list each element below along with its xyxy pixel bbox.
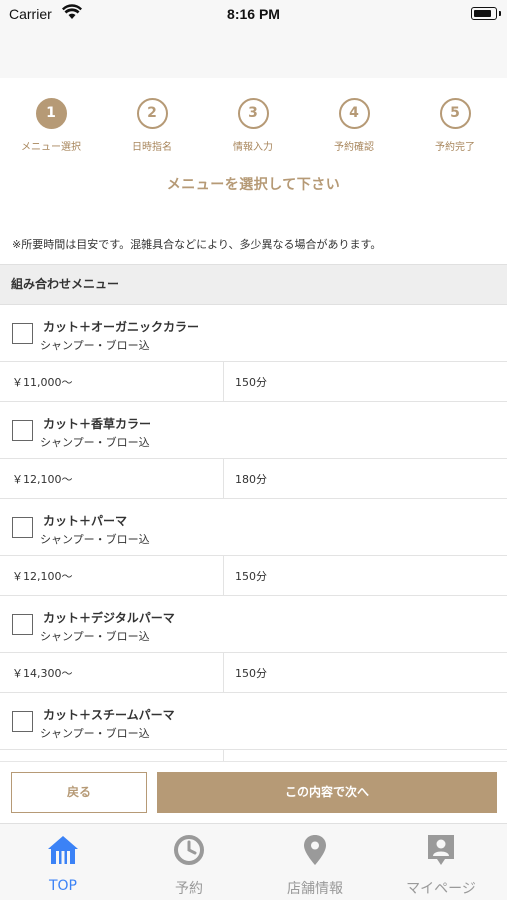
tab-store-info[interactable]: 店舗情報 <box>252 824 378 900</box>
column-divider <box>223 750 224 761</box>
battery-tip <box>499 11 501 16</box>
menu-item[interactable]: カット＋スチームパーマ シャンプー・ブロー込 <box>0 693 507 750</box>
menu-item-price: ￥12,100〜 <box>12 473 73 486</box>
step-number: 5 <box>439 98 471 129</box>
tab-label: TOP <box>48 878 77 894</box>
column-divider <box>223 362 224 402</box>
menu-checkbox[interactable] <box>12 614 33 635</box>
menu-item-duration: 180分 <box>235 473 267 486</box>
tab-label: 店舗情報 <box>287 881 343 897</box>
column-divider <box>223 556 224 596</box>
menu-checkbox[interactable] <box>12 420 33 441</box>
menu-item-price: ￥12,100〜 <box>12 570 73 583</box>
step-number: 3 <box>237 98 269 129</box>
menu-item-name: カット＋デジタルパーマ <box>43 611 175 625</box>
location-pin-icon <box>304 835 326 865</box>
price-row: ￥11,000〜 150分 <box>0 362 507 402</box>
step-4: 4 予約確認 <box>304 98 404 153</box>
menu-list[interactable]: 組み合わせメニュー カット＋オーガニックカラー シャンプー・ブロー込 ￥11,0… <box>0 264 507 761</box>
next-button[interactable]: この内容で次へ <box>157 772 497 813</box>
menu-item-price: ￥11,000〜 <box>12 376 73 389</box>
menu-item-description: シャンプー・ブロー込 <box>40 436 150 449</box>
menu-item[interactable]: カット＋デジタルパーマ シャンプー・ブロー込 <box>0 596 507 653</box>
menu-item-duration: 150分 <box>235 376 267 389</box>
column-divider <box>223 653 224 693</box>
menu-item[interactable]: カット＋オーガニックカラー シャンプー・ブロー込 <box>0 305 507 362</box>
home-icon <box>48 836 78 864</box>
step-label: 情報入力 <box>233 142 273 153</box>
menu-item-description: シャンプー・ブロー込 <box>40 630 150 643</box>
tab-bar: TOP 予約 店舗情報 マイページ <box>0 823 507 900</box>
clock-icon <box>174 835 204 865</box>
price-row: ￥12,100〜 180分 <box>0 459 507 499</box>
status-bar: Carrier 8:16 PM <box>0 0 507 28</box>
step-1: 1 メニュー選択 <box>1 98 101 153</box>
price-row <box>0 750 507 761</box>
menu-item-description: シャンプー・ブロー込 <box>40 339 150 352</box>
menu-item-name: カット＋香草カラー <box>43 417 152 431</box>
menu-checkbox[interactable] <box>12 323 33 344</box>
clock: 8:16 PM <box>227 6 280 22</box>
menu-checkbox[interactable] <box>12 517 33 538</box>
step-label: メニュー選択 <box>21 142 81 153</box>
menu-item-name: カット＋パーマ <box>43 514 128 528</box>
menu-item-duration: 150分 <box>235 570 267 583</box>
tab-top[interactable]: TOP <box>0 824 126 900</box>
navigation-bar <box>0 28 507 78</box>
step-number: 1 <box>35 98 67 129</box>
action-bar: 戻る この内容で次へ <box>0 761 507 823</box>
step-5: 5 予約完了 <box>405 98 505 153</box>
page-heading: メニューを選択して下さい <box>166 177 341 193</box>
duration-notice: ※所要時間は目安です。混雑具合などにより、多少異なる場合があります。 <box>12 238 382 251</box>
price-row: ￥14,300〜 150分 <box>0 653 507 693</box>
tab-label: マイページ <box>406 881 476 897</box>
menu-item-name: カット＋オーガニックカラー <box>43 320 200 334</box>
menu-item-price: ￥14,300〜 <box>12 667 73 680</box>
column-divider <box>223 459 224 499</box>
menu-checkbox[interactable] <box>12 711 33 732</box>
step-number: 2 <box>136 98 168 129</box>
section-header: 組み合わせメニュー <box>0 264 507 305</box>
tab-mypage[interactable]: マイページ <box>378 824 504 900</box>
profile-card-icon <box>428 835 454 865</box>
tab-label: 予約 <box>175 881 203 897</box>
step-number: 4 <box>338 98 370 129</box>
price-row: ￥12,100〜 150分 <box>0 556 507 596</box>
step-3: 3 情報入力 <box>203 98 303 153</box>
menu-item[interactable]: カット＋パーマ シャンプー・ブロー込 <box>0 499 507 556</box>
menu-item-duration: 150分 <box>235 667 267 680</box>
menu-item-name: カット＋スチームパーマ <box>43 708 175 722</box>
battery-icon <box>471 7 497 20</box>
menu-item[interactable]: カット＋香草カラー シャンプー・ブロー込 <box>0 402 507 459</box>
battery-level <box>473 9 491 17</box>
step-label: 予約完了 <box>435 142 475 153</box>
step-indicator: 1 メニュー選択 2 日時指名 3 情報入力 4 予約確認 5 予約完了 <box>0 98 507 156</box>
menu-item-description: シャンプー・ブロー込 <box>40 533 150 546</box>
step-2: 2 日時指名 <box>102 98 202 153</box>
back-button[interactable]: 戻る <box>11 772 147 813</box>
menu-item-description: シャンプー・ブロー込 <box>40 727 150 740</box>
tab-reservation[interactable]: 予約 <box>126 824 252 900</box>
step-label: 予約確認 <box>334 142 374 153</box>
step-label: 日時指名 <box>132 142 172 153</box>
